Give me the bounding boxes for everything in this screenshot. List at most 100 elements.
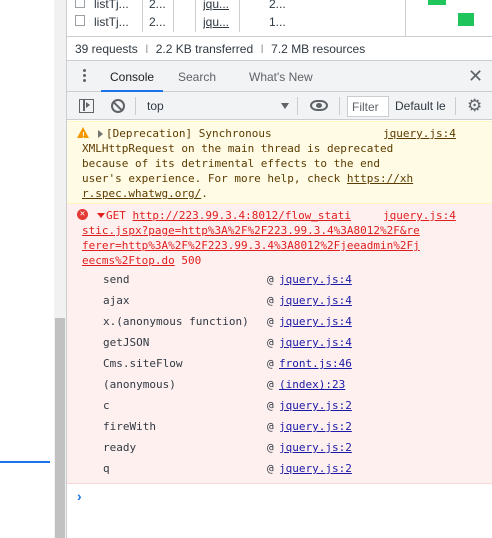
- chevron-down-icon[interactable]: [281, 103, 289, 109]
- waterfall-bar: [458, 13, 474, 26]
- file-icon: [75, 0, 85, 8]
- warning-text-segment: user's experience. For more help, check: [82, 172, 347, 185]
- stack-frame: q @ jquery.js:2: [103, 461, 483, 482]
- stack-frame: c @ jquery.js:2: [103, 398, 483, 419]
- stack-frame: x.(anonymous function) @ jquery.js:4: [103, 314, 483, 335]
- stack-location-link[interactable]: jquery.js:2: [279, 461, 352, 476]
- stack-location-link[interactable]: jquery.js:2: [279, 419, 352, 434]
- toolbar-divider: [455, 97, 456, 115]
- error-url-link[interactable]: http://223.99.3.4:8012/flow_stati: [133, 209, 352, 222]
- stack-location-link[interactable]: (index):23: [279, 377, 345, 392]
- request-initiator[interactable]: jqu...: [203, 15, 235, 29]
- warning-source-link[interactable]: jquery.js:4: [383, 126, 456, 141]
- stack-location-link[interactable]: jquery.js:2: [279, 440, 352, 455]
- collapse-triangle-icon[interactable]: [97, 213, 105, 218]
- summary-divider: I: [145, 42, 149, 56]
- request-count: 39 requests: [75, 42, 138, 56]
- console-error-message: ✕ GET http://223.99.3.4:8012/flow_stati …: [67, 204, 492, 484]
- network-summary-bar: 39 requests I 2.2 KB transferred I 7.2 M…: [67, 36, 492, 61]
- summary-divider: I: [260, 42, 264, 56]
- warning-help-link[interactable]: https://xh: [347, 172, 413, 185]
- console-warning-message: [Deprecation] Synchronous jquery.js:4 XM…: [67, 121, 492, 204]
- tab-whats-new[interactable]: What's New: [249, 61, 313, 92]
- stack-location-link[interactable]: jquery.js:2: [279, 398, 352, 413]
- show-sidebar-icon[interactable]: [79, 99, 94, 113]
- stack-at: @: [267, 336, 274, 349]
- stack-at: @: [267, 315, 274, 328]
- stack-location-link[interactable]: jquery.js:4: [279, 293, 352, 308]
- column-divider: [173, 12, 174, 32]
- stack-frame: ready @ jquery.js:2: [103, 440, 483, 461]
- warning-icon: [77, 127, 89, 143]
- waterfall-bar: [428, 0, 446, 5]
- stack-function: ready: [103, 441, 137, 454]
- file-icon: [75, 15, 85, 26]
- request-status: 2...: [149, 0, 166, 11]
- close-drawer-icon[interactable]: ✕: [468, 67, 483, 85]
- http-status-code: 500: [181, 254, 202, 267]
- toolbar-divider: [339, 97, 340, 115]
- tab-console[interactable]: Console: [101, 61, 163, 92]
- column-divider: [195, 12, 196, 32]
- warning-help-link-cont[interactable]: r.spec.whatwg.org/: [82, 187, 201, 200]
- stack-frame: getJSON @ jquery.js:4: [103, 335, 483, 356]
- warning-text-line: XMLHttpRequest on the main thread is dep…: [82, 142, 394, 155]
- context-selector[interactable]: top: [147, 99, 164, 113]
- waterfall-column: [405, 0, 492, 36]
- column-divider: [239, 12, 240, 32]
- error-text-line: GET http://223.99.3.4:8012/flow_stati: [106, 208, 351, 223]
- warning-text-line: because of its detrimental effects to th…: [82, 157, 381, 170]
- error-url-link-cont[interactable]: ferer=http%3A%2F%2F223.99.3.4%3A8012%2Fj…: [82, 238, 420, 253]
- warning-text-line: r.spec.whatwg.org/.: [82, 186, 208, 201]
- request-initiator[interactable]: jqu...: [203, 0, 235, 11]
- stack-location-link[interactable]: jquery.js:4: [279, 272, 352, 287]
- log-levels-dropdown[interactable]: Default le: [395, 99, 447, 113]
- request-name: listTj...: [94, 0, 129, 11]
- request-name: listTj...: [94, 15, 129, 29]
- live-expression-eye-icon[interactable]: [310, 100, 328, 111]
- stack-frame: send @ jquery.js:4: [103, 272, 483, 293]
- error-url-link-cont[interactable]: eecms%2Ftop.do: [82, 254, 175, 267]
- gear-icon[interactable]: ⚙: [467, 97, 482, 114]
- stack-at: @: [267, 357, 274, 370]
- stack-frame: (anonymous) @ (index):23: [103, 377, 483, 398]
- error-text-line: eecms%2Ftop.do 500: [82, 253, 201, 268]
- clear-console-icon[interactable]: [111, 99, 125, 113]
- request-size: 1...: [269, 15, 286, 29]
- stack-at: @: [267, 273, 274, 286]
- error-icon: ✕: [77, 209, 88, 220]
- toolbar-divider: [135, 97, 136, 115]
- request-status: 2...: [149, 15, 166, 29]
- warning-text-line: [Deprecation] Synchronous: [106, 127, 272, 140]
- console-toolbar: top Filter Default le ⚙: [67, 92, 492, 120]
- stack-at: @: [267, 441, 274, 454]
- stack-function: c: [103, 399, 110, 412]
- console-prompt-icon[interactable]: ›: [77, 488, 82, 504]
- more-tools-icon[interactable]: [83, 69, 87, 83]
- stack-location-link[interactable]: jquery.js:4: [279, 314, 352, 329]
- drawer-tab-bar: Console Search What's New ✕: [67, 61, 492, 92]
- toolbar-divider: [297, 97, 298, 115]
- stack-function: getJSON: [103, 336, 150, 349]
- stack-at: @: [267, 294, 274, 307]
- stack-at: @: [267, 462, 274, 475]
- error-url-link-cont[interactable]: stic.jspx?page=http%3A%2F%2F223.99.3.4%3…: [82, 223, 420, 238]
- stack-at: @: [267, 399, 274, 412]
- stack-location-link[interactable]: jquery.js:4: [279, 335, 352, 350]
- filter-input[interactable]: Filter: [347, 96, 389, 117]
- tab-search[interactable]: Search: [178, 61, 216, 92]
- stack-function: ajax: [103, 294, 130, 307]
- request-size: 2...: [269, 0, 286, 11]
- expand-triangle-icon[interactable]: [98, 130, 103, 138]
- stack-function: (anonymous): [103, 378, 176, 391]
- resources-size: 7.2 MB resources: [271, 42, 366, 56]
- stack-location-link[interactable]: front.js:46: [279, 356, 352, 371]
- transferred-size: 2.2 KB transferred: [155, 42, 254, 56]
- stack-frame: Cms.siteFlow @ front.js:46: [103, 356, 483, 377]
- devtools-panel: listTj... 2... jqu... 2... listTj... 2..…: [66, 0, 492, 538]
- page-scrollbar-thumb[interactable]: [55, 318, 65, 538]
- stack-function: send: [103, 273, 130, 286]
- error-source-link[interactable]: jquery.js:4: [383, 208, 456, 223]
- stack-at: @: [267, 378, 274, 391]
- request-method: GET: [106, 209, 133, 222]
